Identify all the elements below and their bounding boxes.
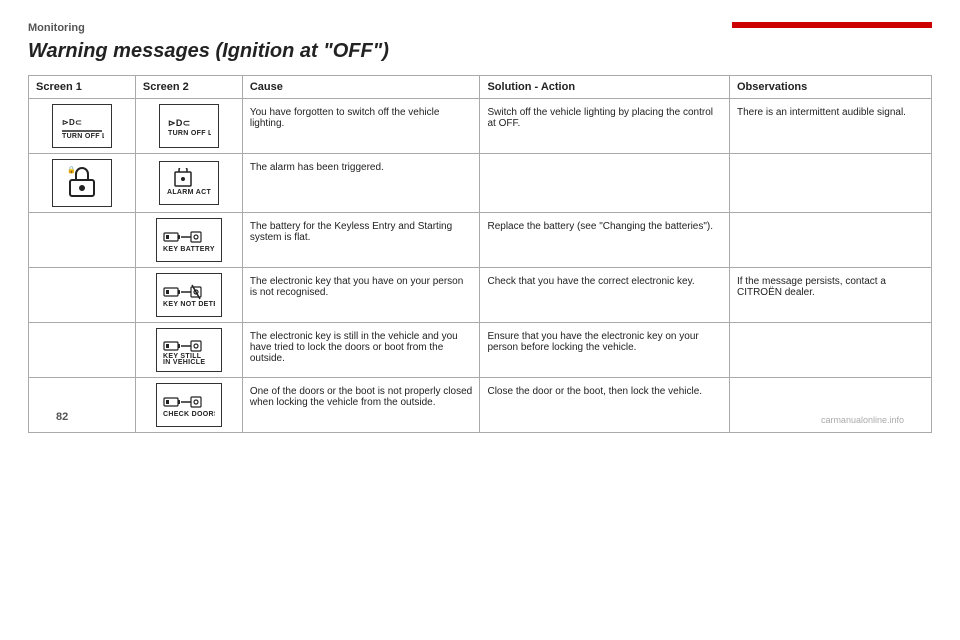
svg-text:⊳D⊂: ⊳D⊂	[168, 118, 190, 128]
svg-text:KEY BATTERY LOW: KEY BATTERY LOW	[163, 246, 215, 253]
screen2-cell: ⊳D⊂ TURN OFF LIGHTS	[135, 99, 242, 154]
cause-cell: The electronic key that you have on your…	[242, 268, 480, 323]
screen2-cell: KEY NOT DETECTED	[135, 268, 242, 323]
cause-cell: The alarm has been triggered.	[242, 154, 480, 213]
screen2-cell: KEY STILL IN VEHICLE	[135, 323, 242, 378]
col-screen2: Screen 2	[135, 76, 242, 99]
cause-cell: You have forgotten to switch off the veh…	[242, 99, 480, 154]
screen1-cell	[29, 323, 136, 378]
top-accent-bar	[732, 22, 932, 28]
svg-text:TURN OFF LIGHTS: TURN OFF LIGHTS	[168, 130, 211, 137]
observation-cell: There is an intermittent audible signal.	[729, 99, 931, 154]
observation-cell	[729, 154, 931, 213]
cause-cell: One of the doors or the boot is not prop…	[242, 378, 480, 433]
screen1-cell	[29, 213, 136, 268]
table-row: 🔒 ALARM ACTIVATING The alarm has been tr…	[29, 154, 932, 213]
svg-text:🔒: 🔒	[67, 166, 76, 174]
solution-cell: Switch off the vehicle lighting by placi…	[480, 99, 730, 154]
svg-text:KEY NOT DETECTED: KEY NOT DETECTED	[163, 301, 215, 308]
screen1-cell: 🔒	[29, 154, 136, 213]
screen2-cell: KEY BATTERY LOW	[135, 213, 242, 268]
screen1-cell	[29, 378, 136, 433]
solution-cell: Check that you have the correct electron…	[480, 268, 730, 323]
solution-cell: Close the door or the boot, then lock th…	[480, 378, 730, 433]
table-row: KEY STILL IN VEHICLE The electronic key …	[29, 323, 932, 378]
svg-text:⊳D⊂: ⊳D⊂	[62, 118, 82, 127]
col-cause: Cause	[242, 76, 480, 99]
page-title: Warning messages (Ignition at "OFF")	[28, 40, 932, 63]
table-row: ⊳D⊂ TURN OFF LIGHTS ⊳D⊂ TURN OFF LIGHTS …	[29, 99, 932, 154]
table-row: KEY BATTERY LOW The battery for the Keyl…	[29, 213, 932, 268]
col-screen1: Screen 1	[29, 76, 136, 99]
observation-cell	[729, 213, 931, 268]
screen2-cell: ALARM ACTIVATING	[135, 154, 242, 213]
watermark: carmanualonline.info	[821, 415, 904, 425]
svg-text:IN VEHICLE: IN VEHICLE	[163, 359, 205, 364]
observation-cell	[729, 323, 931, 378]
page-number: 82	[56, 411, 68, 423]
svg-text:CHECK DOORS: CHECK DOORS	[163, 411, 215, 418]
screen1-cell	[29, 268, 136, 323]
observation-cell: If the message persists, contact a CITRO…	[729, 268, 931, 323]
screen2-cell: CHECK DOORS	[135, 378, 242, 433]
svg-text:ALARM ACTIVATING: ALARM ACTIVATING	[167, 189, 211, 196]
col-solution: Solution - Action	[480, 76, 730, 99]
screen1-cell: ⊳D⊂ TURN OFF LIGHTS	[29, 99, 136, 154]
warning-table: Screen 1 Screen 2 Cause Solution - Actio…	[28, 75, 932, 433]
solution-cell: Replace the battery (see "Changing the b…	[480, 213, 730, 268]
cause-cell: The electronic key is still in the vehic…	[242, 323, 480, 378]
solution-cell	[480, 154, 730, 213]
svg-text:TURN OFF LIGHTS: TURN OFF LIGHTS	[62, 133, 104, 139]
cause-cell: The battery for the Keyless Entry and St…	[242, 213, 480, 268]
table-row: CHECK DOORS One of the doors or the boot…	[29, 378, 932, 433]
solution-cell: Ensure that you have the electronic key …	[480, 323, 730, 378]
table-row: KEY NOT DETECTED The electronic key that…	[29, 268, 932, 323]
col-obs: Observations	[729, 76, 931, 99]
